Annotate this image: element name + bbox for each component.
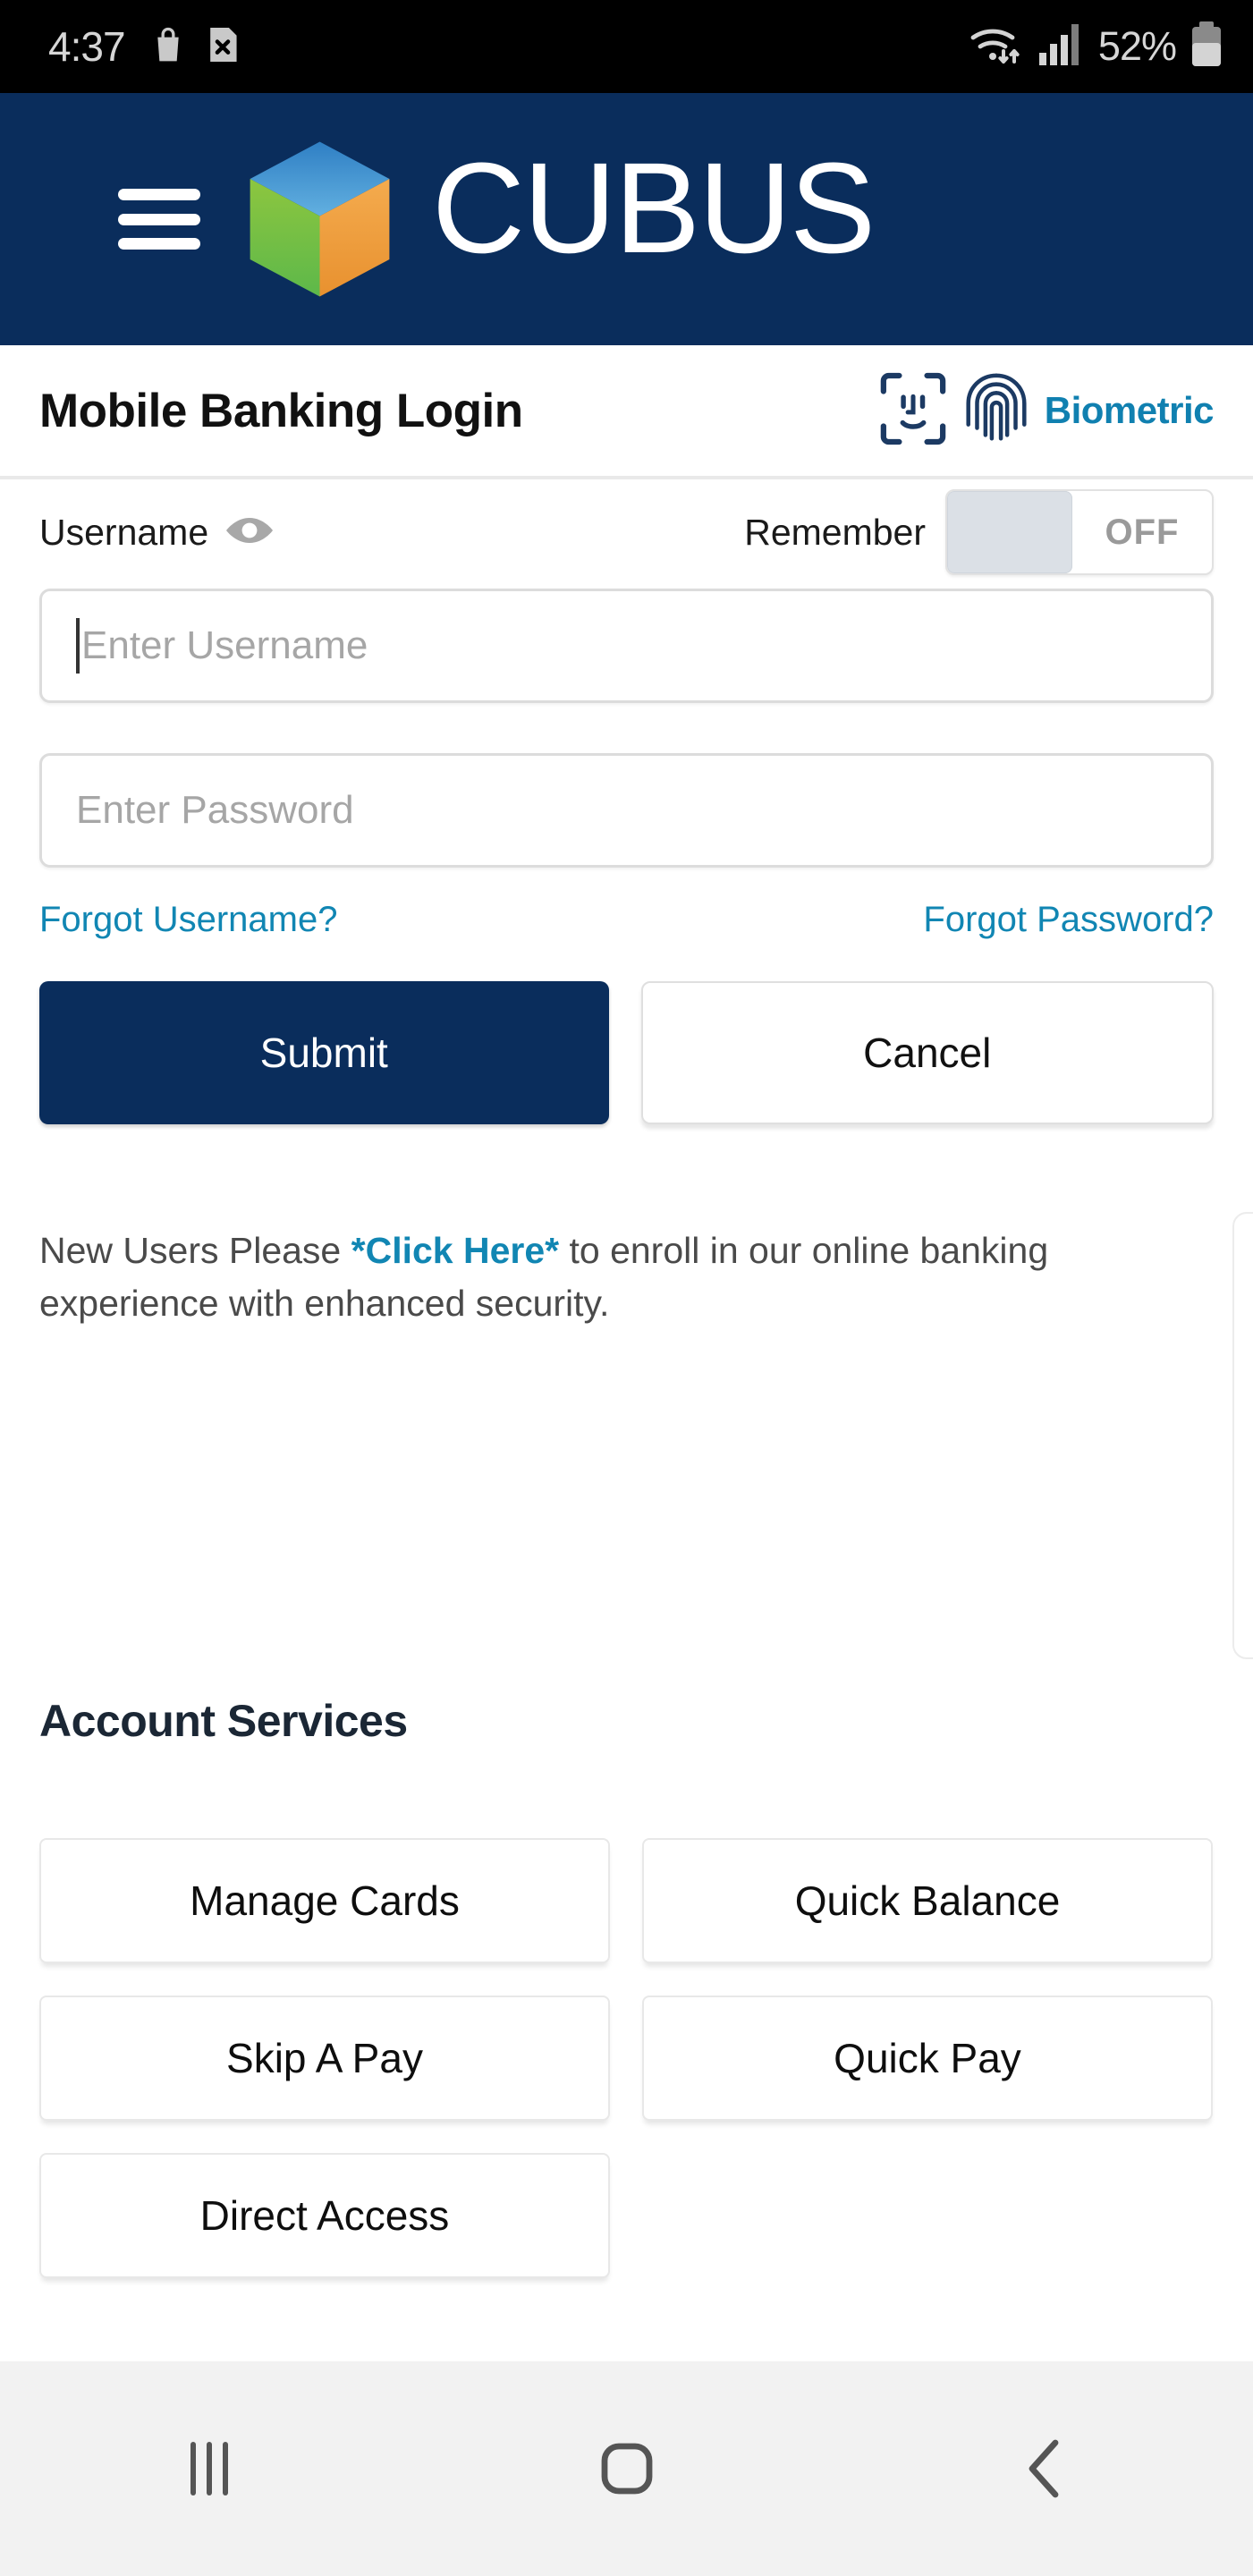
hamburger-line xyxy=(118,189,200,200)
cancel-button[interactable]: Cancel xyxy=(640,981,1214,1124)
status-bar-clock: 4:37 xyxy=(48,23,126,70)
home-icon[interactable] xyxy=(418,2441,835,2496)
eye-icon[interactable] xyxy=(224,514,275,551)
submit-button[interactable]: Submit xyxy=(39,981,609,1124)
svg-text:CUBUS: CUBUS xyxy=(432,159,874,275)
app-header: CUBUS xyxy=(0,93,1253,345)
forgot-links-row: Forgot Username? Forgot Password? xyxy=(0,900,1253,940)
biometric-login-button[interactable]: Biometric xyxy=(878,369,1215,453)
page-title: Mobile Banking Login xyxy=(39,384,523,437)
enroll-prefix: New Users Please xyxy=(39,1230,351,1271)
hamburger-line xyxy=(118,213,200,225)
biometric-label: Biometric xyxy=(1044,389,1215,431)
wifi-icon xyxy=(969,21,1023,72)
face-id-icon xyxy=(878,370,948,452)
click-here-link[interactable]: *Click Here* xyxy=(351,1230,559,1271)
forgot-password-link[interactable]: Forgot Password? xyxy=(923,900,1214,940)
battery-percent-label: 52% xyxy=(1097,23,1177,69)
brand-wordmark: CUBUS xyxy=(432,136,1058,280)
service-button-quick-pay[interactable]: Quick Pay xyxy=(642,1996,1213,2121)
username-label: Username xyxy=(39,511,209,553)
password-placeholder: Enter Password xyxy=(76,788,354,832)
recents-icon[interactable] xyxy=(0,2439,418,2498)
android-navigation-bar xyxy=(0,2361,1253,2576)
service-button-manage-cards[interactable]: Manage Cards xyxy=(39,1838,610,1963)
status-bar: 4:37 52% xyxy=(0,0,1253,93)
remember-label: Remember xyxy=(744,511,926,553)
scroll-indicator[interactable] xyxy=(1232,1212,1253,1659)
phone-screen: 4:37 52% CUBUS Mobile Banking Login Biom… xyxy=(0,0,1253,2576)
account-services-grid: Manage Cards Quick Balance Skip A Pay Qu… xyxy=(0,1838,1253,2278)
page-title-bar: Mobile Banking Login Biometric xyxy=(0,345,1253,479)
cellular-signal-icon xyxy=(1037,22,1084,72)
account-services-heading: Account Services xyxy=(39,1696,408,1746)
text-cursor xyxy=(76,618,80,674)
hamburger-line xyxy=(118,238,200,250)
service-button-quick-balance[interactable]: Quick Balance xyxy=(642,1838,1213,1963)
fingerprint-icon xyxy=(964,369,1029,453)
remember-toggle[interactable]: OFF xyxy=(945,489,1214,575)
password-input[interactable]: Enter Password xyxy=(39,753,1214,868)
account-services-section: Account Services Manage Cards Quick Bala… xyxy=(0,1695,1253,2278)
battery-half-icon xyxy=(1190,21,1223,72)
sim-card-error-icon xyxy=(206,24,240,70)
username-input[interactable]: Enter Username xyxy=(39,589,1214,703)
toggle-knob xyxy=(947,491,1072,573)
username-placeholder: Enter Username xyxy=(81,623,368,667)
hamburger-menu-icon[interactable] xyxy=(118,189,200,250)
status-bar-system-icons: 52% xyxy=(969,21,1223,72)
status-bar-notification-icons xyxy=(150,24,240,70)
form-label-row: Username Remember OFF xyxy=(0,483,1253,581)
enrollment-notice: New Users Please *Click Here* to enroll … xyxy=(39,1224,1214,1331)
service-button-direct-access[interactable]: Direct Access xyxy=(39,2153,610,2278)
form-action-buttons: Submit Cancel xyxy=(0,981,1253,1124)
toggle-state-label: OFF xyxy=(1105,512,1180,552)
forgot-username-link[interactable]: Forgot Username? xyxy=(39,900,337,940)
login-form: Username Remember OFF Enter Username Ent… xyxy=(0,483,1253,1331)
service-button-skip-a-pay[interactable]: Skip A Pay xyxy=(39,1996,610,2121)
cubus-cube-logo-icon xyxy=(241,139,398,300)
back-icon[interactable] xyxy=(835,2437,1253,2500)
shopping-bag-icon xyxy=(150,25,186,69)
